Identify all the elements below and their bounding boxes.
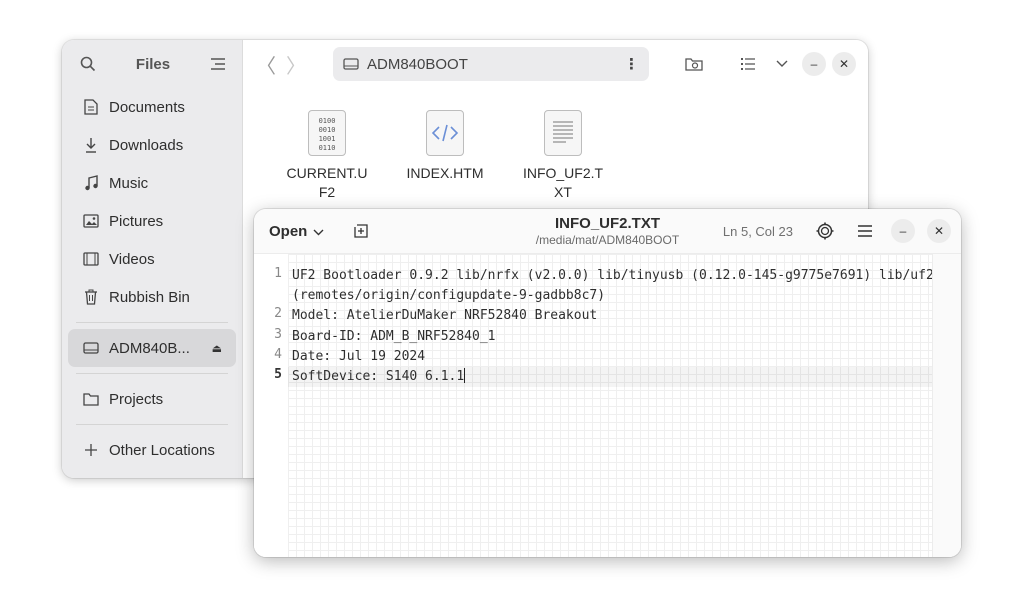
file-name: INDEX.HTM bbox=[406, 165, 484, 181]
sidebar-divider bbox=[76, 424, 228, 425]
file-name: CURRENT.UF2 bbox=[286, 165, 368, 200]
search-folder-icon[interactable] bbox=[680, 50, 708, 78]
sidebar-item-documents[interactable]: Documents bbox=[68, 88, 236, 126]
text-line[interactable]: (remotes/origin/configupdate-9-gadbb8c7) bbox=[288, 286, 932, 306]
sidebar-item-label: Videos bbox=[109, 250, 155, 268]
text-line-content: SoftDevice: S140 6.1.1 bbox=[292, 369, 465, 385]
chevron-down-icon bbox=[313, 223, 324, 240]
list-view-icon[interactable] bbox=[734, 50, 762, 78]
binary-file-icon: 0100 0010 1001 0110 bbox=[308, 110, 346, 156]
text-file-icon bbox=[544, 110, 582, 156]
editor-window: INFO_UF2.TXT /media/mat/ADM840BOOT Open … bbox=[254, 209, 961, 557]
editor-body: 1 2 3 4 5 UF2 Bootloader 0.9.2 lib/nrfx … bbox=[254, 254, 961, 557]
forward-icon[interactable]: 〉 bbox=[281, 49, 311, 79]
text-caret bbox=[464, 368, 466, 384]
sidebar-menu-icon[interactable] bbox=[208, 54, 228, 74]
line-number: 4 bbox=[274, 346, 282, 362]
settings-icon[interactable] bbox=[811, 217, 839, 245]
file-name: INFO_UF2.TXT bbox=[522, 165, 604, 200]
text-area[interactable]: UF2 Bootloader 0.9.2 lib/nrfx (v2.0.0) l… bbox=[288, 254, 934, 557]
sidebar-item-downloads[interactable]: Downloads bbox=[68, 126, 236, 164]
line-number: 5 bbox=[274, 366, 282, 382]
svg-text:0100: 0100 bbox=[319, 117, 336, 125]
path-menu-icon[interactable]: ⋮ bbox=[624, 55, 639, 73]
path-bar[interactable]: ADM840BOOT ⋮ bbox=[333, 47, 649, 81]
close-icon[interactable]: ✕ bbox=[927, 219, 951, 243]
text-line-current[interactable]: SoftDevice: S140 6.1.1 bbox=[288, 367, 932, 388]
sidebar-item-label: Music bbox=[109, 174, 149, 192]
line-number: 1 bbox=[274, 266, 282, 281]
sidebar-item-label: Pictures bbox=[109, 212, 164, 230]
svg-text:1001: 1001 bbox=[319, 135, 336, 143]
line-number: 2 bbox=[274, 306, 282, 322]
open-label: Open bbox=[269, 222, 308, 240]
file-item[interactable]: INDEX.HTM bbox=[391, 110, 499, 202]
path-label: ADM840BOOT bbox=[367, 55, 468, 73]
scrollbar[interactable] bbox=[932, 254, 961, 557]
close-icon[interactable]: ✕ bbox=[832, 52, 856, 76]
file-item[interactable]: INFO_UF2.TXT bbox=[509, 110, 617, 202]
eject-icon[interactable]: ⏏ bbox=[212, 342, 222, 355]
menu-icon[interactable] bbox=[851, 217, 879, 245]
app-title: Files bbox=[135, 55, 171, 73]
sidebar-item-projects[interactable]: Projects bbox=[68, 380, 236, 418]
sidebar-item-drive[interactable]: ADM840B... ⏏ bbox=[68, 329, 236, 367]
sidebar-item-label: Other Locations bbox=[109, 441, 215, 459]
chevron-down-icon[interactable] bbox=[768, 50, 796, 78]
sidebar-item-music[interactable]: Music bbox=[68, 164, 236, 202]
document-icon bbox=[82, 98, 100, 116]
sidebar-item-rubbish-bin[interactable]: Rubbish Bin bbox=[68, 278, 236, 316]
sidebar-divider bbox=[76, 373, 228, 374]
editor-header: INFO_UF2.TXT /media/mat/ADM840BOOT Open … bbox=[254, 209, 961, 254]
file-item[interactable]: 0100 0010 1001 0110 CURRENT.UF2 bbox=[273, 110, 381, 202]
text-line[interactable]: Date: Jul 19 2024 bbox=[288, 347, 932, 367]
files-sidebar: Files Documents Downloads Music Pictures bbox=[62, 40, 243, 478]
text-line[interactable]: Model: AtelierDuMaker NRF52840 Breakout bbox=[288, 306, 932, 326]
sidebar-item-label: ADM840B... bbox=[109, 339, 190, 357]
trash-icon bbox=[82, 288, 100, 306]
sidebar-item-pictures[interactable]: Pictures bbox=[68, 202, 236, 240]
cursor-position[interactable]: Ln 5, Col 23 bbox=[723, 224, 793, 239]
sidebar-divider bbox=[76, 322, 228, 323]
picture-icon bbox=[82, 212, 100, 230]
file-grid: 0100 0010 1001 0110 CURRENT.UF2 INDEX.HTM I… bbox=[243, 88, 868, 202]
music-icon bbox=[82, 174, 100, 192]
search-icon[interactable] bbox=[78, 54, 98, 74]
line-number: 3 bbox=[274, 326, 282, 342]
plus-icon bbox=[82, 441, 100, 459]
download-icon bbox=[82, 136, 100, 154]
back-icon[interactable]: 〈 bbox=[251, 49, 281, 79]
open-button[interactable]: Open bbox=[269, 223, 324, 240]
sidebar-item-label: Documents bbox=[109, 98, 185, 116]
sidebar-header: Files bbox=[62, 40, 242, 88]
line-number bbox=[254, 286, 288, 306]
minimize-icon[interactable]: – bbox=[802, 52, 826, 76]
svg-text:0110: 0110 bbox=[319, 144, 336, 152]
text-line[interactable]: Board-ID: ADM_B_NRF52840_1 bbox=[288, 327, 932, 347]
sidebar-item-videos[interactable]: Videos bbox=[68, 240, 236, 278]
drive-icon bbox=[82, 339, 100, 357]
minimize-icon[interactable]: – bbox=[891, 219, 915, 243]
sidebar-item-other-locations[interactable]: Other Locations bbox=[68, 431, 236, 469]
svg-text:0010: 0010 bbox=[319, 126, 336, 134]
text-line[interactable]: UF2 Bootloader 0.9.2 lib/nrfx (v2.0.0) l… bbox=[288, 266, 934, 286]
sidebar-item-label: Downloads bbox=[109, 136, 184, 154]
files-header: 〈 〉 ADM840BOOT ⋮ – ✕ bbox=[243, 40, 868, 88]
new-tab-icon[interactable] bbox=[350, 220, 372, 242]
sidebar-item-label: Projects bbox=[109, 390, 164, 408]
sidebar-item-label: Rubbish Bin bbox=[109, 288, 190, 306]
folder-icon bbox=[82, 390, 100, 408]
line-number-gutter: 1 2 3 4 5 bbox=[254, 254, 288, 557]
video-icon bbox=[82, 250, 100, 268]
drive-icon bbox=[343, 57, 361, 71]
html-file-icon bbox=[426, 110, 464, 156]
